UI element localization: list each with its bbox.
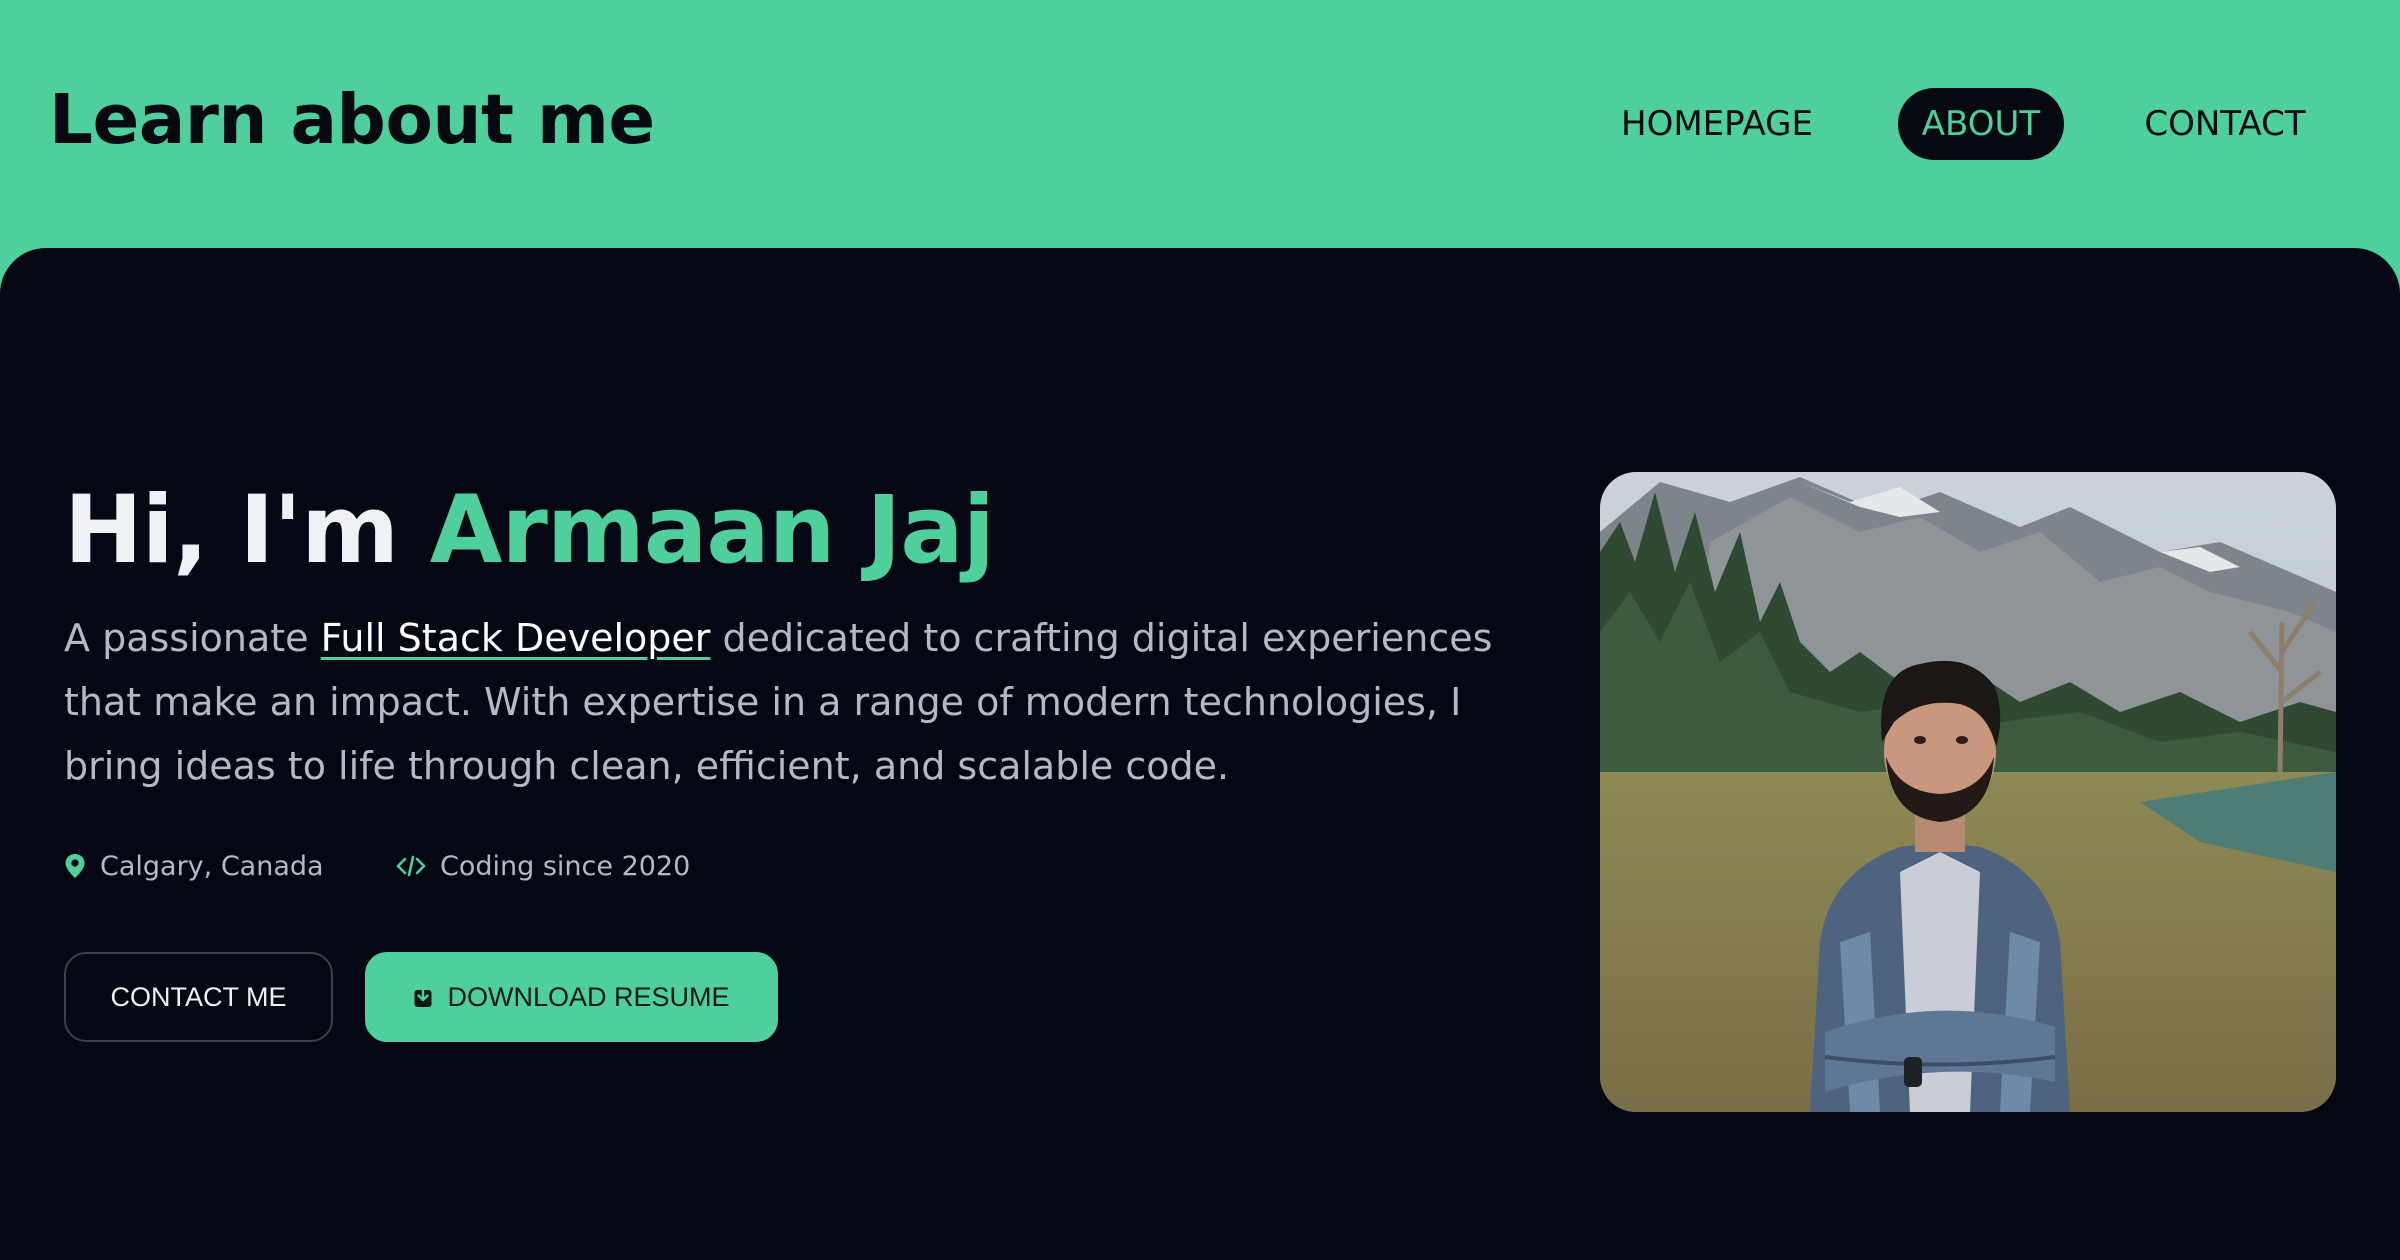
nav-homepage-link[interactable]: HOMEPAGE bbox=[1612, 88, 1822, 160]
download-resume-label: DOWNLOAD RESUME bbox=[447, 981, 730, 1012]
full-stack-developer-link[interactable]: Full Stack Developer bbox=[321, 616, 711, 660]
intro-text-start: A passionate bbox=[64, 616, 321, 660]
about-section: Hi, I'm Armaan Jaj A passionate Full Sta… bbox=[0, 248, 2400, 1260]
site-title: Learn about me bbox=[49, 80, 655, 160]
download-resume-button[interactable]: DOWNLOAD RESUME bbox=[365, 952, 778, 1042]
nav-about-link[interactable]: ABOUT bbox=[1898, 88, 2064, 160]
location-info: Calgary, Canada bbox=[64, 846, 324, 886]
profile-photo bbox=[1600, 472, 2336, 1112]
hero-greeting: Hi, I'm bbox=[64, 476, 430, 585]
hero-name: Armaan Jaj bbox=[429, 476, 995, 585]
page: Learn about me HOMEPAGE ABOUT CONTACT Hi… bbox=[0, 0, 2400, 1260]
contact-me-button[interactable]: CONTACT ME bbox=[64, 952, 333, 1042]
code-icon bbox=[396, 855, 426, 877]
location-text: Calgary, Canada bbox=[100, 850, 324, 882]
coding-since-info: Coding since 2020 bbox=[396, 846, 690, 886]
nav-contact-link[interactable]: CONTACT bbox=[2120, 88, 2330, 160]
hero-heading: Hi, I'm Armaan Jaj bbox=[64, 476, 995, 585]
site-header: Learn about me HOMEPAGE ABOUT CONTACT bbox=[0, 0, 2400, 248]
map-pin-icon bbox=[65, 854, 85, 878]
coding-since-text: Coding since 2020 bbox=[440, 850, 691, 882]
download-icon bbox=[414, 985, 432, 1007]
hero-intro: A passionate Full Stack Developer dedica… bbox=[64, 606, 1544, 798]
